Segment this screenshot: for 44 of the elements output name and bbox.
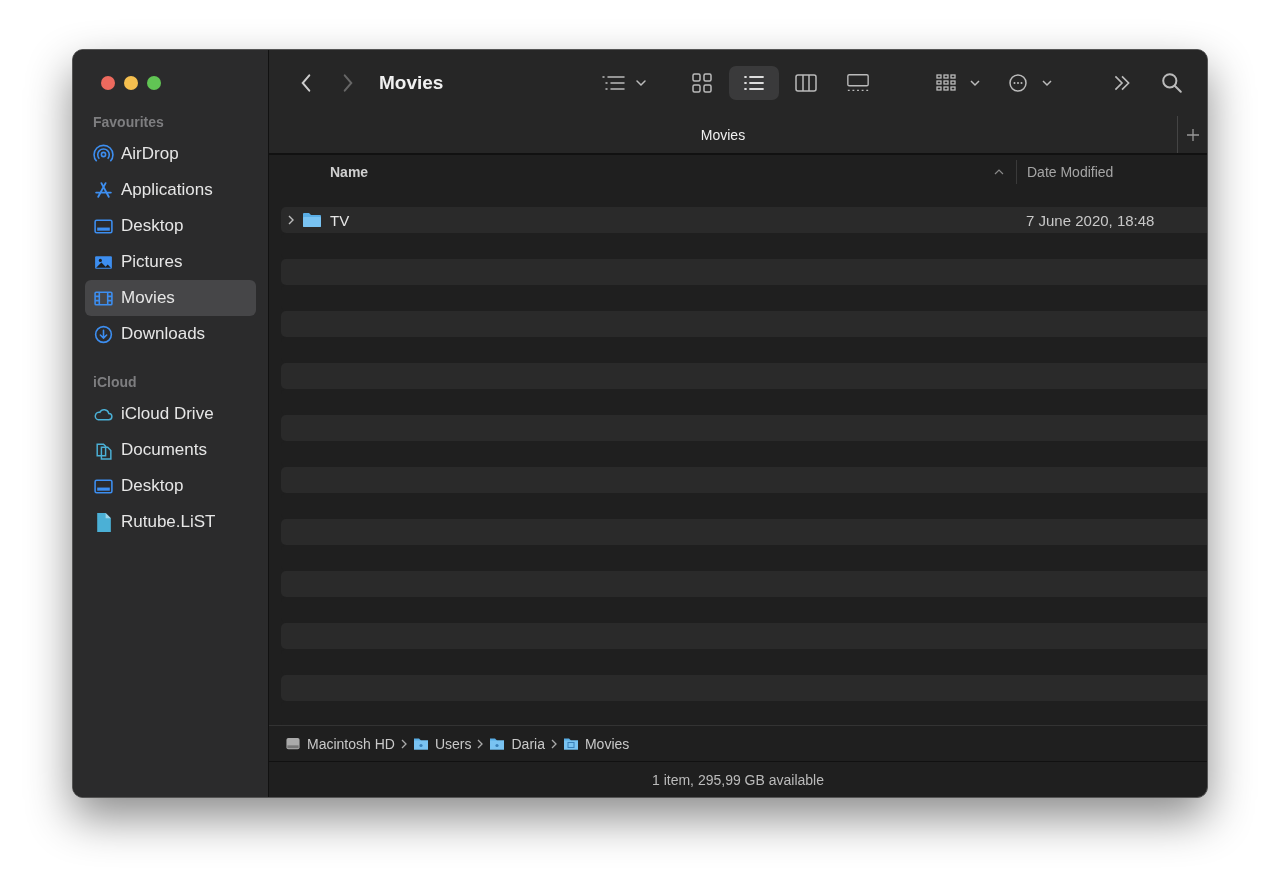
gallery-icon [846, 72, 871, 94]
chevron-icon [400, 738, 407, 749]
status-text: 1 item, 295,99 GB available [269, 761, 1207, 797]
sidebar-section-title: Favourites [92, 113, 165, 132]
zoom-button[interactable] [147, 76, 161, 90]
folder-icon [302, 212, 322, 228]
minimize-button[interactable] [124, 76, 138, 90]
chevron-icon [550, 738, 557, 749]
hard-drive-icon [285, 736, 301, 751]
close-button[interactable] [101, 76, 115, 90]
grid-icon [690, 72, 715, 94]
sidebar-section-title: iCloud [92, 373, 138, 392]
chevron-icon [477, 738, 484, 749]
path-item[interactable]: Movies [562, 735, 630, 752]
sidebar-item[interactable]: iCloud Drive [85, 396, 256, 432]
app-store-icon [93, 179, 114, 201]
sidebar-item[interactable]: Applications [85, 172, 256, 208]
view-mode-button[interactable] [729, 66, 780, 100]
column-header[interactable]: Name [330, 164, 994, 180]
column-header[interactable]: Date Modified [1016, 160, 1207, 184]
sidebar-item[interactable]: Rutube.LiST [85, 504, 256, 540]
sort-ascending-icon[interactable] [994, 169, 1004, 175]
path-item[interactable]: Users [412, 735, 472, 752]
download-icon [93, 323, 114, 345]
date-cell-text: 7 June 2020, 18:48 [1026, 211, 1156, 229]
table-row[interactable]: TV 7 June 2020, 18:48 [281, 207, 1207, 233]
window-title: Movies [379, 72, 444, 94]
path-item[interactable]: Daria [489, 735, 545, 752]
sidebar-item[interactable]: AirDrop [85, 136, 256, 172]
sidebar-item[interactable]: Movies [85, 280, 256, 316]
path-item[interactable]: Macintosh HD [285, 735, 395, 752]
disclosure-chevron-icon[interactable] [286, 215, 296, 225]
sidebar-item[interactable]: Downloads [85, 316, 256, 352]
search-icon[interactable] [1161, 72, 1183, 94]
sidebar-item[interactable]: Desktop [85, 208, 256, 244]
folder-icon [562, 736, 579, 751]
sidebar-item[interactable]: Desktop [85, 468, 256, 504]
plus-icon [1185, 127, 1200, 142]
columns-icon [794, 72, 819, 94]
sidebar-item[interactable]: Documents [85, 432, 256, 468]
sidebar-item[interactable]: Pictures [85, 244, 256, 280]
file-name[interactable]: TV [330, 211, 1026, 229]
folder-icon [412, 736, 429, 751]
folder-icon [489, 736, 506, 751]
